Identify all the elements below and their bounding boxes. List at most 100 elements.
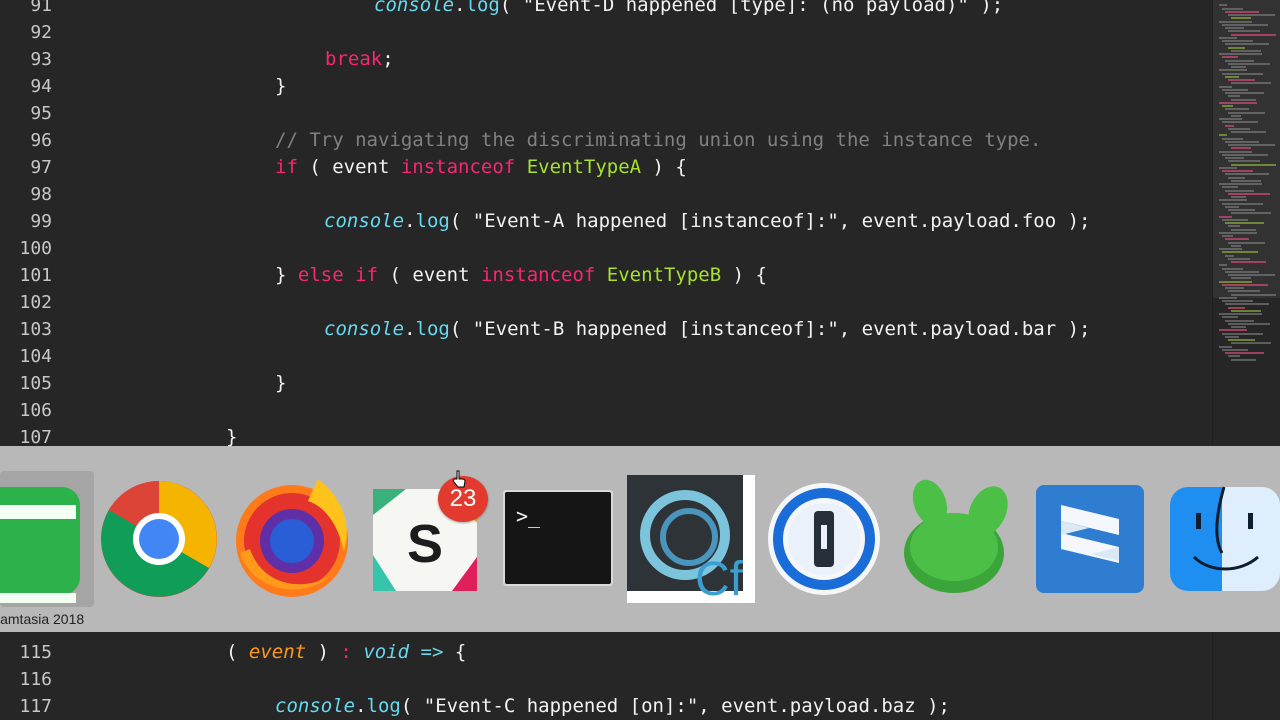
minimap-line (1222, 349, 1248, 351)
line-number: 93 (30, 49, 52, 70)
code-line[interactable]: 91 console.log( "Event-D happened [type]:… (0, 0, 1212, 19)
line-number: 105 (19, 373, 52, 394)
minimap-line (1225, 173, 1269, 175)
code-line[interactable]: 115 ( event ) : void => { (0, 639, 1212, 666)
minimap-line (1219, 4, 1227, 6)
minimap-line (1222, 203, 1263, 205)
minimap-line (1225, 271, 1259, 273)
minimap-line (1219, 264, 1227, 266)
code-token: log (465, 0, 500, 16)
minimap-line (1228, 307, 1245, 309)
dock-item-1password[interactable] (766, 475, 884, 603)
code-line[interactable]: 104 (0, 343, 1212, 370)
minimap-line (1231, 17, 1251, 19)
code-line[interactable]: 95 (0, 100, 1212, 127)
line-number: 99 (30, 211, 52, 232)
minimap-line (1228, 242, 1265, 244)
code-line[interactable]: 100 (0, 235, 1212, 262)
code-token: ) { (641, 156, 687, 178)
minimap-line (1225, 141, 1259, 143)
dock-item-finder[interactable] (1170, 475, 1280, 603)
code-token: ( (499, 0, 523, 16)
minimap-line (1222, 170, 1253, 172)
code-token: "Event-C happened [on]:" (423, 695, 699, 717)
dock-item-terminal[interactable]: >_ (500, 475, 618, 603)
line-number: 116 (19, 669, 52, 690)
1password-icon (768, 483, 880, 595)
line-number: 104 (19, 346, 52, 367)
minimap-line (1219, 134, 1227, 136)
code-line[interactable]: 106 (0, 397, 1212, 424)
code-token: ( event (378, 264, 481, 286)
minimap-line (1219, 37, 1237, 39)
minimap-line (1228, 112, 1265, 114)
minimap-line (1225, 60, 1254, 62)
dock-item-chrome[interactable] (100, 475, 218, 603)
minimap-line (1231, 99, 1256, 101)
minimap-line (1222, 138, 1243, 140)
svg-text:Cf: Cf (695, 553, 744, 603)
code-token: if (355, 264, 378, 286)
code-token: console (324, 210, 405, 232)
code-line[interactable]: 94} (0, 73, 1212, 100)
minimap-line (1228, 160, 1260, 162)
code-token: console (275, 695, 356, 717)
code-text: } else if ( event instanceof EventTypeB … (275, 262, 767, 289)
code-line[interactable]: 117 console.log( "Event-C happened [on]:"… (0, 693, 1212, 720)
minimap-line (1228, 355, 1240, 357)
dock-item-firefox[interactable] (232, 475, 350, 603)
minimap-line (1228, 30, 1260, 32)
minimap-line (1225, 287, 1244, 289)
minimap-line (1231, 196, 1246, 198)
minimap-line (1219, 297, 1237, 299)
code-line[interactable]: 97 if ( event instanceof EventTypeA ) { (0, 154, 1212, 181)
line-number: 106 (19, 400, 52, 421)
code-token: . (404, 318, 416, 340)
minimap-line (1219, 183, 1262, 185)
code-line[interactable]: 103 console.log( "Event-B happened [insta… (0, 316, 1212, 343)
minimap-line (1231, 34, 1276, 36)
line-number: 92 (30, 22, 52, 43)
line-number: 95 (30, 103, 52, 124)
code-line[interactable]: 116 (0, 666, 1212, 693)
code-text: break; (325, 46, 394, 73)
minimap-line (1225, 92, 1264, 94)
minimap-line (1228, 193, 1270, 195)
code-line[interactable]: 98 (0, 181, 1212, 208)
minimap-line (1225, 157, 1244, 159)
line-number: 117 (19, 696, 52, 717)
code-token: if (275, 156, 298, 178)
minimap-line (1228, 128, 1250, 130)
code-line[interactable]: 96 // Try navigating the discriminating u… (0, 127, 1212, 154)
code-token: { (443, 641, 467, 663)
dock-app-label: Camtasia 2018 (0, 611, 85, 627)
minimap-line (1231, 277, 1251, 279)
code-token: console (324, 318, 405, 340)
code-token: , event.payload.baz ); (698, 695, 950, 717)
code-token: ( (449, 210, 473, 232)
minimap-line (1219, 346, 1232, 348)
code-line[interactable]: 99 console.log( "Event-A happened [instan… (0, 208, 1212, 235)
line-number: 94 (30, 76, 52, 97)
code-token: break (325, 48, 383, 70)
code-text: if ( event instanceof EventTypeA ) { (275, 154, 687, 181)
code-line[interactable]: 93 break; (0, 46, 1212, 73)
minimap-line (1219, 86, 1232, 88)
minimap-line (1222, 56, 1238, 58)
code-line[interactable]: 105} (0, 370, 1212, 397)
minimap-line (1231, 326, 1246, 328)
minimap-line (1222, 89, 1248, 91)
code-line[interactable]: 92 (0, 19, 1212, 46)
minimap-line (1225, 76, 1239, 78)
code-line[interactable]: 102 (0, 289, 1212, 316)
dock-item-coldfusion[interactable]: Cf (627, 475, 755, 606)
code-line[interactable]: 101} else if ( event instanceof EventTyp… (0, 262, 1212, 289)
code-token: } (275, 372, 287, 394)
code-token: log (415, 210, 450, 232)
dock-item-sequel-pro[interactable] (894, 475, 1012, 603)
line-number: 100 (19, 238, 52, 259)
dock-item-sublime-text[interactable] (1035, 475, 1153, 603)
code-token: } (275, 264, 298, 286)
minimap-line (1222, 333, 1263, 335)
